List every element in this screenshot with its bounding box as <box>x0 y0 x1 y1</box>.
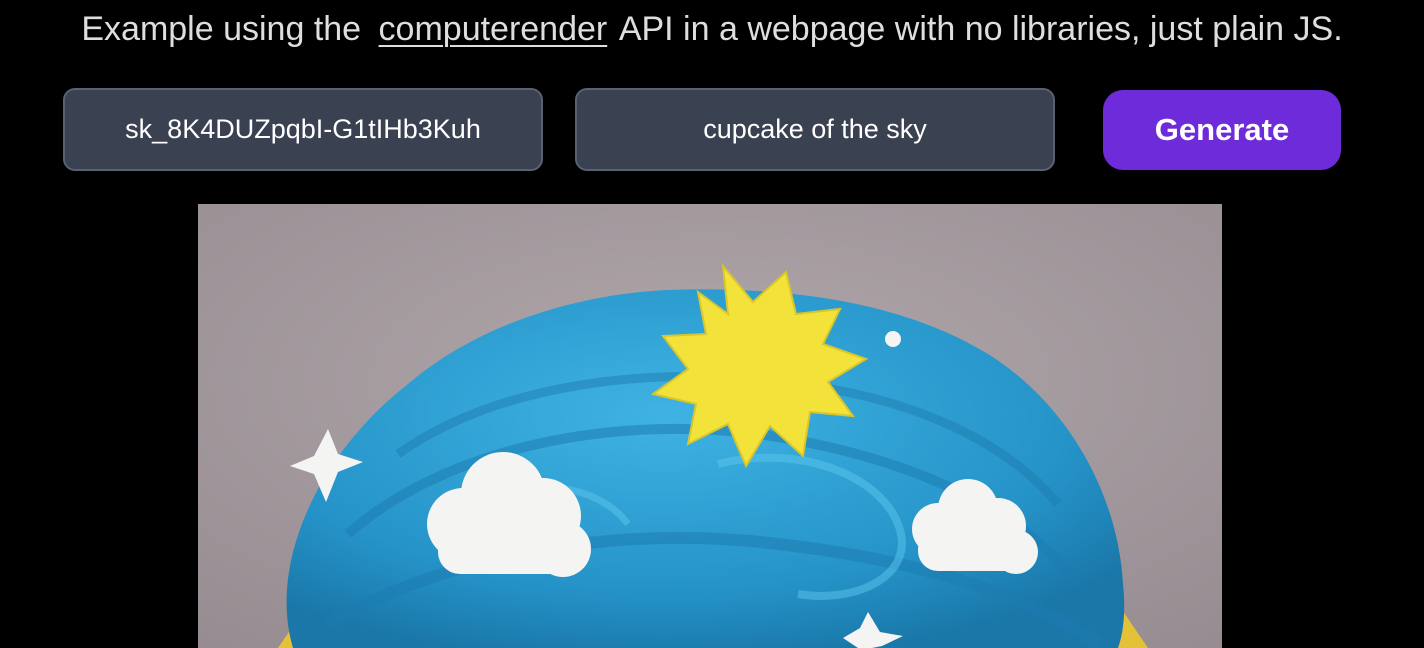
api-key-input[interactable] <box>63 88 543 171</box>
generated-image <box>198 204 1222 648</box>
generate-button[interactable]: Generate <box>1103 90 1341 170</box>
intro-before-link: Example using the <box>81 10 362 48</box>
prompt-input[interactable] <box>575 88 1055 171</box>
cupcake-image <box>198 204 1222 648</box>
intro-text: Example using the computerender API in a… <box>0 8 1424 50</box>
page: Example using the computerender API in a… <box>0 0 1424 648</box>
intro-after-link: API in a webpage with no libraries, just… <box>618 10 1343 48</box>
computerender-link[interactable]: computerender <box>379 10 608 48</box>
